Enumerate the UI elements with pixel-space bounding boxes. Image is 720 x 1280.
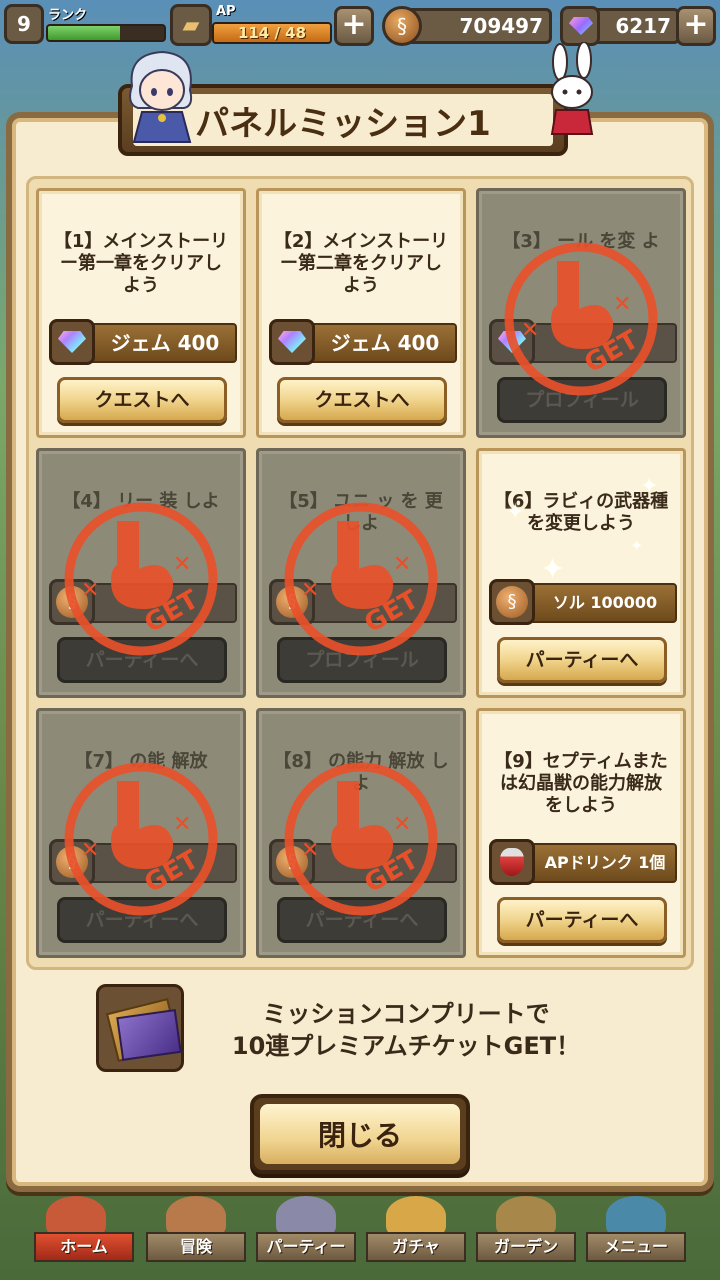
mission-go-button[interactable]: パーティーへ xyxy=(497,637,667,683)
mission-cell-5: 【5】 ユニ ッ を 更しよプロフィール✕✕GET xyxy=(256,448,466,698)
get-stamp-icon: ✕✕GET xyxy=(64,762,218,916)
sparkle-icon: ✦ xyxy=(506,500,525,525)
nav-party[interactable]: パーティー xyxy=(256,1232,356,1262)
nav-home[interactable]: ホーム xyxy=(34,1232,134,1262)
mission-go-button[interactable]: クエストへ xyxy=(57,377,227,423)
ap-value: 114 / 48 xyxy=(237,24,307,42)
gem-plus-button[interactable]: + xyxy=(676,6,716,46)
complete-reward-text: ミッションコンプリートで 10連プレミアムチケットGET！ xyxy=(196,998,616,1062)
sparkle-icon: ✦ xyxy=(640,474,659,499)
garden-icon xyxy=(496,1196,556,1236)
svg-text:✕: ✕ xyxy=(393,812,411,837)
mission-cell-9: 【9】セプティムまたは幻晶獣の能力解放をしよう APドリンク 1個パーティーへ xyxy=(476,708,686,958)
close-button-label: 閉じる xyxy=(260,1104,460,1164)
svg-text:✕: ✕ xyxy=(173,812,191,837)
gem-icon xyxy=(560,6,600,46)
menu-icon xyxy=(606,1196,666,1236)
premium-ticket-icon xyxy=(96,984,184,1072)
svg-text:✕: ✕ xyxy=(81,578,99,603)
get-stamp-icon: ✕✕GET xyxy=(284,502,438,656)
mission-title: 【2】メインストーリー第二章をクリアしよう xyxy=(273,231,449,296)
ap-label: AP xyxy=(216,4,236,19)
mission-cell-7: 【7】 の能 解放パーティーへ✕✕GET xyxy=(36,708,246,958)
reward-label: ソル 100000 xyxy=(519,583,677,623)
rank-progress-fill xyxy=(48,26,120,40)
mission-reward: ジェム 400 xyxy=(49,319,237,365)
mission-go-button[interactable]: クエストへ xyxy=(277,377,447,423)
svg-text:✕: ✕ xyxy=(173,552,191,577)
rank-value: 9 xyxy=(17,12,31,36)
svg-text:✕: ✕ xyxy=(393,552,411,577)
get-stamp-icon: ✕✕GET xyxy=(504,242,658,396)
gem-icon xyxy=(49,319,95,365)
sparkle-icon: ✦ xyxy=(630,536,644,555)
ap-boot-icon: ▰ xyxy=(170,4,212,46)
rank-label: ランク xyxy=(48,8,88,23)
mission-cell-2: 【2】メインストーリー第二章をクリアしようジェム 400 クエストへ xyxy=(256,188,466,438)
ap-plus-button[interactable]: + xyxy=(334,6,374,46)
svg-text:✕: ✕ xyxy=(301,838,319,863)
nav-garden[interactable]: ガーデン xyxy=(476,1232,576,1262)
gacha-icon xyxy=(386,1196,446,1236)
sparkle-icon: ✦ xyxy=(540,552,566,587)
mission-cell-1: 【1】メインストーリー第一章をクリアしようジェム 400 クエストへ xyxy=(36,188,246,438)
coin-icon xyxy=(489,579,535,625)
mission-title: 【9】セプティムまたは幻晶獣の能力解放をしよう xyxy=(494,751,668,816)
complete-line-2: 10連プレミアムチケットGET！ xyxy=(231,1032,581,1060)
mission-reward: ジェム 400 xyxy=(269,319,457,365)
girl-character-icon xyxy=(129,50,193,143)
complete-line-1: ミッションコンプリートで xyxy=(262,1000,550,1028)
adventure-icon xyxy=(166,1196,226,1236)
mission-reward: ソル 100000 xyxy=(489,579,677,625)
potion-icon xyxy=(489,839,535,885)
close-button[interactable]: 閉じる xyxy=(250,1094,470,1174)
status-bar: 9 ランク ▰ AP 114 / 48 + 709497 § 6217 + xyxy=(0,0,720,58)
home-icon xyxy=(46,1196,106,1236)
mission-reward: APドリンク 1個 xyxy=(489,839,677,885)
nav-menu[interactable]: メニュー xyxy=(586,1232,686,1262)
nav-gacha[interactable]: ガチャ xyxy=(366,1232,466,1262)
rabbit-character-icon xyxy=(550,42,594,135)
mission-title: 【1】メインストーリー第一章をクリアしよう xyxy=(53,231,229,296)
mission-cell-4: 【4】 リー 装 しよパーティーへ✕✕GET xyxy=(36,448,246,698)
complete-reward: ミッションコンプリートで 10連プレミアムチケットGET！ xyxy=(96,980,616,1076)
get-stamp-icon: ✕✕GET xyxy=(64,502,218,656)
reward-label: APドリンク 1個 xyxy=(519,843,677,883)
sol-coin-icon: § xyxy=(382,6,422,46)
svg-text:✕: ✕ xyxy=(301,578,319,603)
reward-label: ジェム 400 xyxy=(299,323,457,363)
reward-label: ジェム 400 xyxy=(79,323,237,363)
nav-adventure[interactable]: 冒険 xyxy=(146,1232,246,1262)
svg-text:✕: ✕ xyxy=(613,292,631,317)
svg-text:✕: ✕ xyxy=(521,318,539,343)
gem-icon xyxy=(269,319,315,365)
sol-amount: 709497 xyxy=(402,8,552,44)
get-stamp-icon: ✕✕GET xyxy=(284,762,438,916)
mission-go-button[interactable]: パーティーへ xyxy=(497,897,667,943)
svg-text:✕: ✕ xyxy=(81,838,99,863)
party-icon xyxy=(276,1196,336,1236)
mission-cell-8: 【8】 の能力 解放 しよパーティーへ✕✕GET xyxy=(256,708,466,958)
ap-progress-bar: 114 / 48 xyxy=(212,22,332,44)
mission-cell-3: 【3】 ール を変 よプロフィール ✕ ✕ GET xyxy=(476,188,686,438)
bottom-nav: ホーム 冒険 パーティー ガチャ ガーデン メニュー xyxy=(0,1196,720,1280)
rank-badge: 9 xyxy=(4,4,44,44)
rank-progress-bar xyxy=(46,24,166,42)
